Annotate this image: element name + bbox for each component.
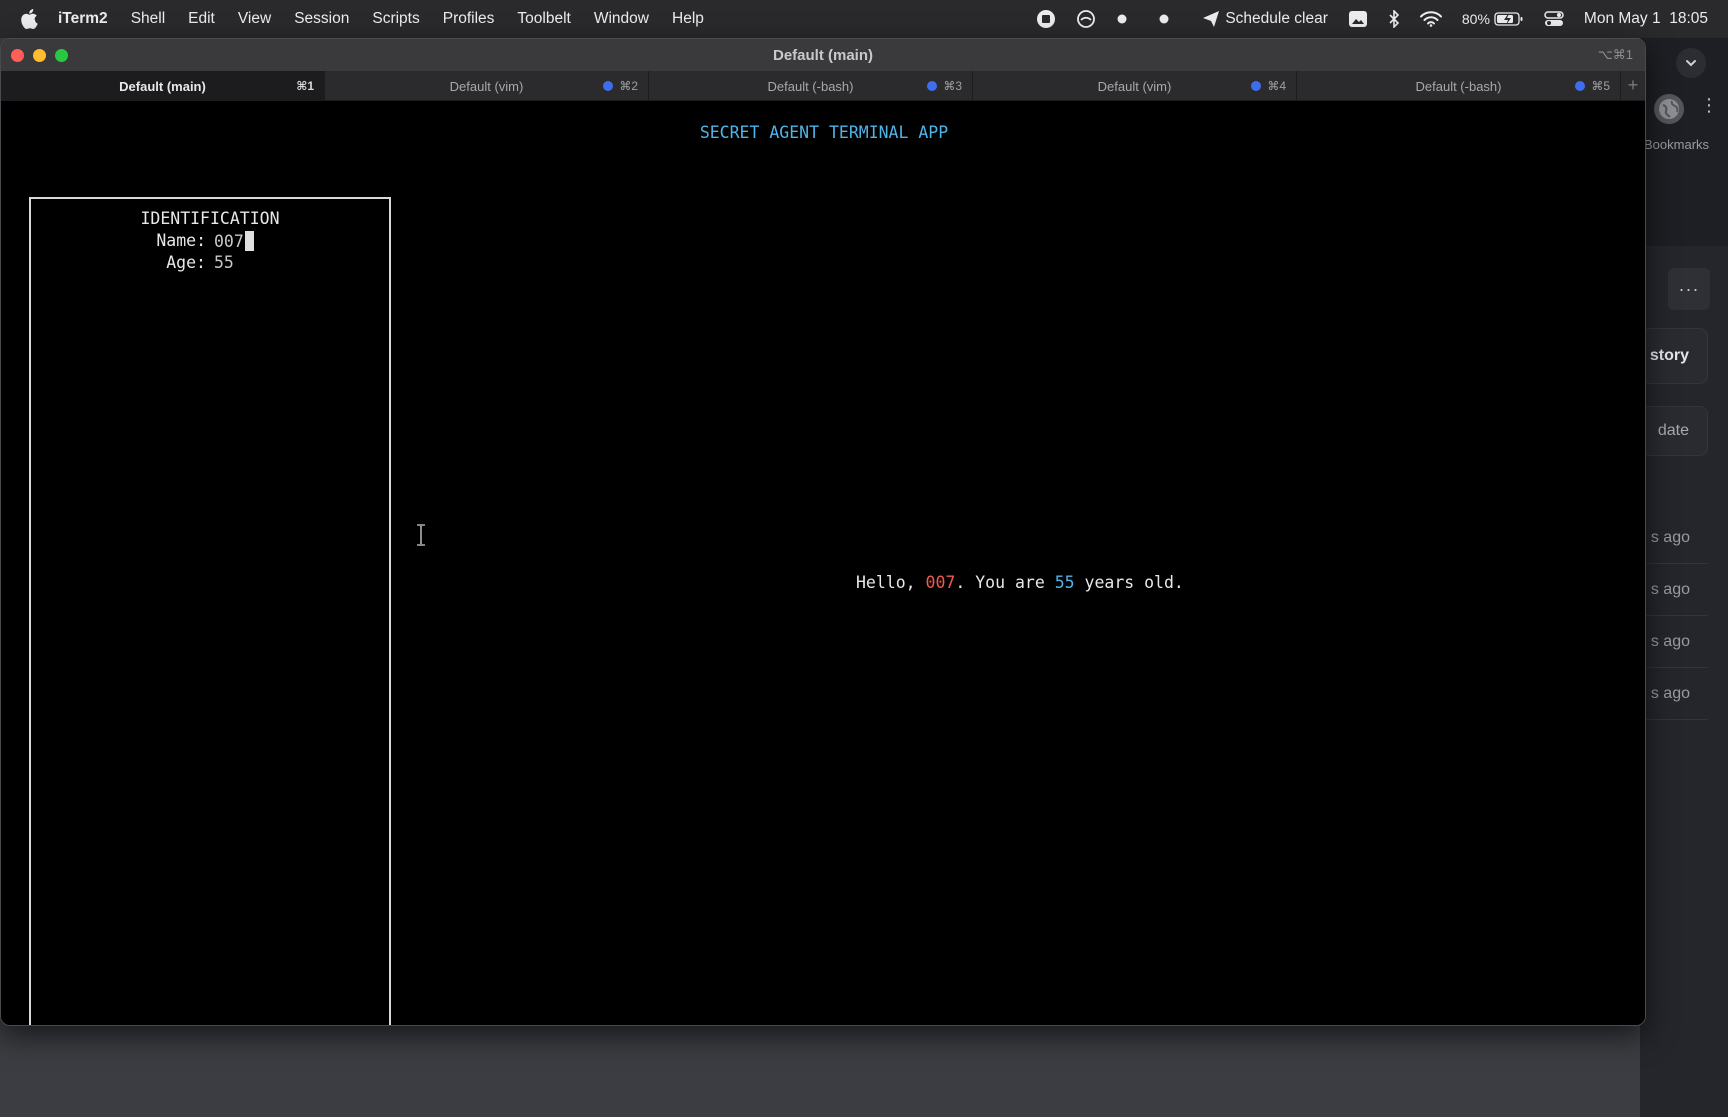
record-stop-icon[interactable] — [1036, 9, 1056, 29]
zoom-window-button[interactable] — [55, 49, 68, 62]
tab-shortcut: ⌘2 — [603, 79, 638, 93]
menu-window[interactable]: Window — [594, 10, 649, 28]
tab-shortcut: ⌘4 — [1251, 79, 1286, 93]
age-input[interactable]: 55 — [214, 253, 234, 272]
close-window-button[interactable] — [11, 49, 24, 62]
age-row: Age: 55 — [31, 253, 389, 272]
greeting-name: 007 — [925, 573, 956, 592]
tab-shortcut: ⌘3 — [927, 79, 962, 93]
history-card[interactable]: story — [1640, 328, 1708, 384]
chevron-down-icon — [1686, 60, 1696, 67]
tab-bar: Default (main) ⌘1 Default (vim) ⌘2 Defau… — [1, 71, 1645, 101]
more-options-button[interactable]: ··· — [1668, 268, 1710, 310]
wifi-icon[interactable] — [1419, 11, 1442, 27]
age-label: Age: — [166, 253, 206, 272]
tab-default-bash-2[interactable]: Default (-bash) ⌘5 — [1297, 71, 1621, 101]
activity-dot-icon — [1575, 81, 1586, 91]
minimize-window-button[interactable] — [33, 49, 46, 62]
greeting-age: 55 — [1054, 573, 1075, 592]
window-titlebar[interactable]: Default (main) ⌥⌘1 — [1, 39, 1645, 71]
name-label: Name: — [156, 231, 206, 250]
terminal-session[interactable]: SECRET AGENT TERMINAL APP IDENTIFICATION… — [1, 101, 1645, 1025]
tab-default-vim[interactable]: Default (vim) ⌘2 — [325, 71, 649, 101]
globe-icon — [1659, 99, 1679, 119]
greeting-message: Hello, 007. You are 55 years old. — [856, 573, 1184, 592]
control-center-icon[interactable] — [1544, 11, 1564, 27]
name-row: Name: 007 — [31, 231, 389, 251]
tab-label: Default (vim) — [1097, 78, 1172, 94]
window-title: Default (main) — [772, 46, 873, 64]
window-controls — [11, 49, 68, 62]
date-sort-card[interactable]: date — [1640, 406, 1708, 456]
name-input[interactable]: 007 — [214, 231, 254, 251]
avatar[interactable] — [1654, 94, 1684, 124]
identification-heading: IDENTIFICATION — [140, 209, 280, 228]
tab-label: Default (vim) — [449, 78, 524, 94]
collapse-chevron-button[interactable] — [1676, 48, 1706, 78]
list-item[interactable]: s ago — [1640, 564, 1708, 616]
tab-shortcut: ⌘1 — [296, 79, 314, 93]
tab-label: Default (main) — [119, 78, 206, 94]
paper-plane-icon — [1203, 11, 1220, 27]
battery-icon — [1494, 12, 1523, 26]
identification-panel: IDENTIFICATION Name: 007 Age: 55 — [29, 197, 391, 1025]
bluetooth-icon[interactable] — [1388, 10, 1400, 28]
bookmarks-label[interactable]: Bookmarks — [1644, 137, 1709, 152]
app-title: SECRET AGENT TERMINAL APP — [699, 123, 949, 142]
activity-dot-icon — [927, 81, 938, 91]
photo-icon[interactable] — [1348, 10, 1368, 28]
menu-bar: iTerm2 Shell Edit View Session Scripts P… — [0, 0, 1728, 38]
text-cursor — [244, 231, 254, 251]
menu-profiles[interactable]: Profiles — [443, 10, 495, 28]
window-shortcut: ⌥⌘1 — [1597, 47, 1633, 62]
iterm-window: Default (main) ⌥⌘1 Default (main) ⌘1 Def… — [0, 38, 1646, 1026]
tab-default-vim-2[interactable]: Default (vim) ⌘4 — [973, 71, 1297, 101]
activity-dot-icon — [1251, 81, 1262, 91]
menu-scripts[interactable]: Scripts — [372, 10, 419, 28]
activity-dot-icon — [603, 81, 614, 91]
history-list: s ago s ago s ago s ago — [1640, 512, 1708, 720]
menu-toolbelt[interactable]: Toolbelt — [517, 10, 570, 28]
background-app-window: ⋮ Bookmarks ··· story date s ago s ago s… — [1640, 38, 1728, 1117]
tab-label: Default (-bash) — [1415, 78, 1502, 94]
tab-default-bash[interactable]: Default (-bash) ⌘3 — [649, 71, 973, 101]
kebab-menu-icon[interactable]: ⋮ — [1700, 96, 1718, 114]
status-area: Schedule clear 80% Mon May 1 18:05 — [1016, 0, 1708, 38]
menu-shell[interactable]: Shell — [131, 10, 165, 28]
list-item[interactable]: s ago — [1640, 616, 1708, 668]
tab-shortcut: ⌘5 — [1575, 79, 1610, 93]
schedule-clear-label: Schedule clear — [1225, 10, 1328, 27]
new-tab-button[interactable]: + — [1621, 71, 1645, 100]
menu-iterm2[interactable]: iTerm2 — [58, 10, 108, 28]
list-item[interactable]: s ago — [1640, 512, 1708, 564]
menu-edit[interactable]: Edit — [188, 10, 215, 28]
dot-indicator-icon-2[interactable] — [1158, 13, 1170, 25]
menu-help[interactable]: Help — [672, 10, 704, 28]
tab-default-main[interactable]: Default (main) ⌘1 — [1, 71, 325, 101]
menu-view[interactable]: View — [238, 10, 271, 28]
dot-indicator-icon[interactable] — [1116, 13, 1128, 25]
battery-status[interactable]: 80% — [1462, 11, 1524, 27]
list-item[interactable]: s ago — [1640, 668, 1708, 720]
tab-label: Default (-bash) — [767, 78, 854, 94]
battery-percent: 80% — [1461, 11, 1490, 27]
apple-menu-icon[interactable] — [20, 9, 40, 29]
schedule-clear-status[interactable]: Schedule clear — [1202, 10, 1328, 28]
clock-datetime[interactable]: Mon May 1 18:05 — [1584, 10, 1708, 28]
focus-moon-icon[interactable] — [1076, 9, 1096, 29]
menu-session[interactable]: Session — [294, 10, 349, 28]
ibeam-cursor-icon — [415, 524, 427, 550]
